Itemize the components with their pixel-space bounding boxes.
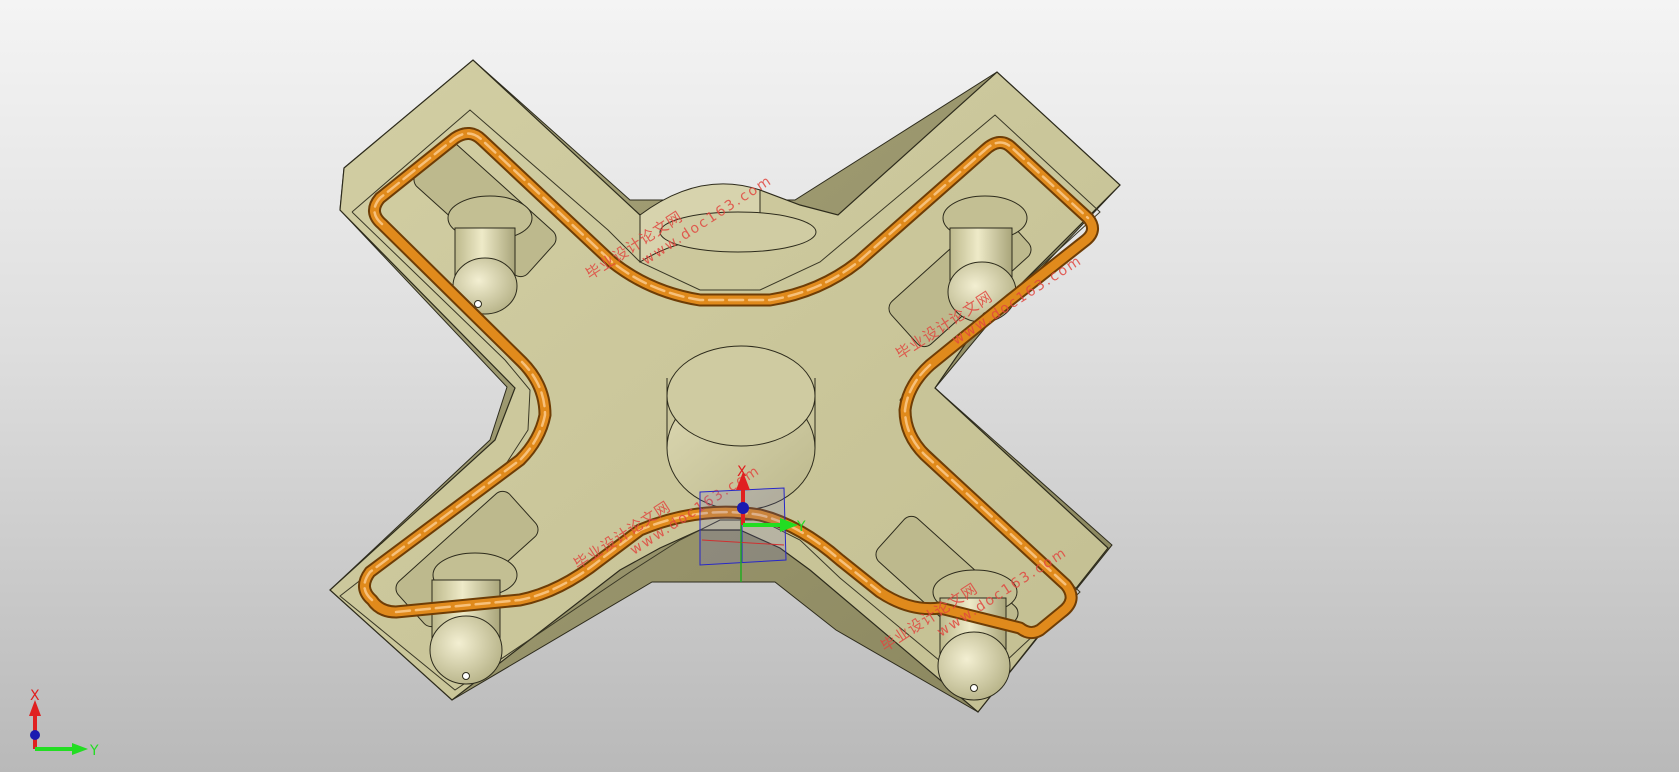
triad-z-axis-dot [30,730,40,740]
triad-y-label: Y [89,743,99,759]
3d-viewport[interactable]: 毕业设计论文网 www.doc163.com 毕业设计论文网 www.doc16… [0,0,1679,772]
view-orientation-triad[interactable]: X Y [29,688,99,759]
triad-y-arrowhead [72,743,88,755]
mold-insert-part[interactable] [329,59,1121,713]
triad-x-label: X [30,688,40,704]
manipulator-origin[interactable] [737,502,749,514]
manipulator-x-label: X [737,464,747,480]
manipulator-y-label: Y [796,519,806,535]
